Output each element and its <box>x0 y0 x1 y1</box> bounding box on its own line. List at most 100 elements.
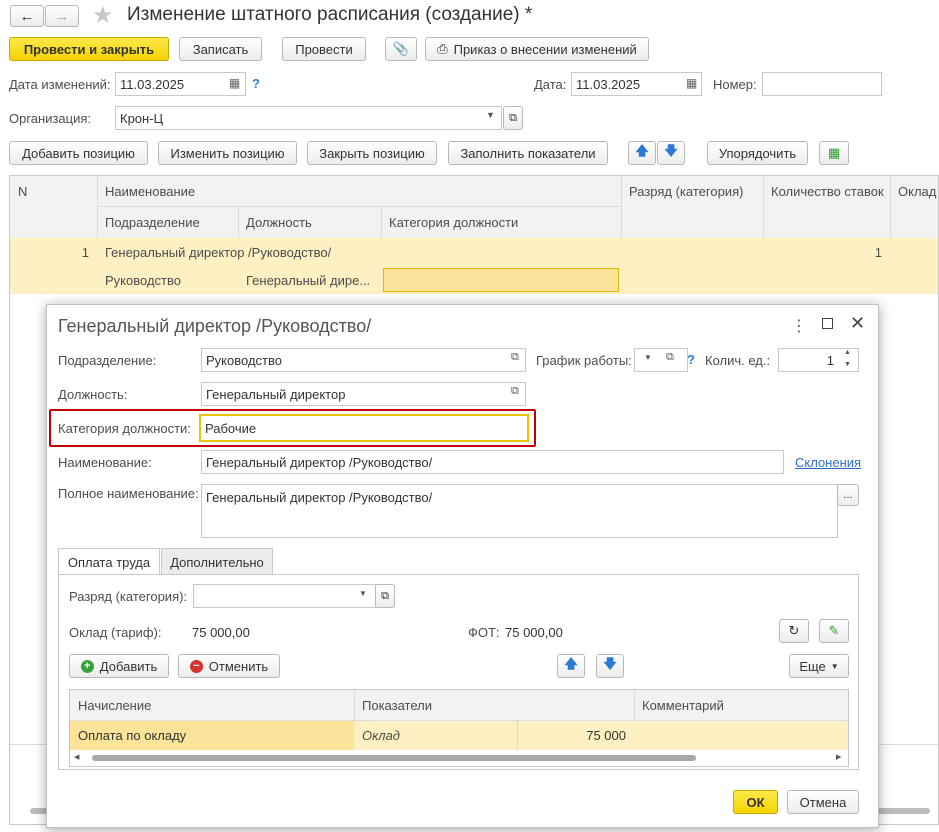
change-position-button[interactable]: Изменить позицию <box>158 141 297 165</box>
position-field[interactable]: Генеральный директор <box>201 382 526 406</box>
open-link-icon[interactable]: ⧉ <box>666 351 674 364</box>
refresh-button[interactable]: ↻ <box>779 619 809 643</box>
add-accrual-button[interactable]: + Добавить <box>69 654 169 678</box>
col-comment-header[interactable]: Комментарий <box>634 690 848 720</box>
calendar-icon[interactable]: ▦ <box>686 76 697 90</box>
paperclip-icon: 📎 <box>392 41 410 56</box>
open-link-icon: ⧉ <box>509 111 517 124</box>
row-rates: 1 <box>874 244 882 260</box>
dropdown-arrow-icon[interactable]: ▼ <box>644 353 652 362</box>
maximize-icon[interactable] <box>822 318 833 329</box>
open-link-icon[interactable]: ⧉ <box>511 351 519 364</box>
organization-field[interactable]: Крон-Ц <box>115 106 502 130</box>
col-salary-header[interactable]: Оклад <box>890 176 938 206</box>
add-table-button[interactable]: ▦ <box>819 141 849 165</box>
arrow-down-icon: 🡇 <box>664 143 678 158</box>
accrual-down-button[interactable]: 🡇 <box>596 654 624 678</box>
col-indicators-header[interactable]: Показатели <box>354 690 634 720</box>
col-grade-header[interactable]: Разряд (категория) <box>621 176 763 206</box>
col-position-header[interactable]: Должность <box>238 206 381 238</box>
grade-label: Разряд (категория): <box>69 589 188 604</box>
indicator-cell: Оклад <box>362 728 400 743</box>
col-rates-header[interactable]: Количество ставок <box>763 176 890 206</box>
schedule-label: График работы: <box>536 353 632 368</box>
edit-button[interactable]: ✎ <box>819 619 849 643</box>
row-name: Генеральный директор /Руководство/ <box>105 244 332 260</box>
accrual-cell: Оплата по окладу <box>78 728 187 743</box>
forward-button[interactable]: → <box>45 5 79 27</box>
move-down-button[interactable]: 🡇 <box>657 141 685 165</box>
scroll-left-icon[interactable]: ◀ <box>74 753 79 761</box>
scroll-right-icon[interactable]: ▶ <box>836 753 841 761</box>
chevron-down-icon: ▼ <box>830 661 839 671</box>
attachment-button[interactable]: 📎 <box>385 37 417 61</box>
tab-additional-label: Дополнительно <box>170 554 264 570</box>
window-title: Изменение штатного расписания (создание)… <box>127 4 533 25</box>
units-label: Колич. ед.: <box>705 353 771 368</box>
tab-payment[interactable]: Оплата труда <box>58 548 160 575</box>
date-field[interactable]: 11.03.2025 <box>571 72 702 96</box>
favorite-star-icon[interactable]: ★ <box>92 1 114 30</box>
help-icon[interactable]: ? <box>252 76 260 91</box>
arrow-left-icon: ← <box>19 7 35 25</box>
open-grade-button[interactable]: ⧉ <box>375 584 395 608</box>
department-field[interactable]: Руководство <box>201 348 526 372</box>
add-position-button[interactable]: Добавить позицию <box>9 141 148 165</box>
col-department-header[interactable]: Подразделение <box>97 206 238 238</box>
save-button[interactable]: Записать <box>179 37 262 61</box>
dialog-title: Генеральный директор /Руководство/ <box>58 316 372 336</box>
category-field[interactable]: Рабочие <box>199 414 529 442</box>
col-accrual-header[interactable]: Начисление <box>70 690 354 720</box>
arrow-up-icon: 🡅 <box>564 656 578 671</box>
change-date-field[interactable]: 11.03.2025 <box>115 72 246 96</box>
fill-indicators-button[interactable]: Заполнить показатели <box>448 141 608 165</box>
full-name-field[interactable]: Генеральный директор /Руководство/ <box>201 484 838 538</box>
full-name-ellipsis-button[interactable]: ... <box>837 484 859 506</box>
calendar-icon[interactable]: ▦ <box>229 76 240 90</box>
units-value: 1 <box>826 352 834 368</box>
accruals-scrollbar[interactable] <box>92 755 696 761</box>
add-accrual-label: Добавить <box>99 658 158 674</box>
col-n-header[interactable]: N <box>10 176 97 206</box>
ok-button[interactable]: ОК <box>733 790 778 814</box>
help-icon[interactable]: ? <box>687 352 695 367</box>
post-and-close-button[interactable]: Провести и закрыть <box>9 37 169 61</box>
dropdown-arrow-icon[interactable]: ▼ <box>359 589 367 598</box>
declensions-link[interactable]: Склонения <box>795 455 861 470</box>
grade-field[interactable] <box>193 584 376 608</box>
close-icon[interactable]: ✕ <box>850 313 865 334</box>
date-value: 11.03.2025 <box>576 76 641 92</box>
col-category-header[interactable]: Категория должности <box>381 206 621 238</box>
col-name-header[interactable]: Наименование <box>97 176 621 206</box>
dropdown-arrow-icon[interactable]: ▼ <box>486 110 495 120</box>
arrow-right-icon: → <box>54 7 70 25</box>
sort-button[interactable]: Упорядочить <box>707 141 808 165</box>
post-button[interactable]: Провести <box>282 37 366 61</box>
schedule-field[interactable] <box>634 348 688 372</box>
tab-additional[interactable]: Дополнительно <box>161 548 273 575</box>
cancel-accrual-label: Отменить <box>208 658 269 674</box>
comment-cell <box>634 721 848 750</box>
stepper-up-icon[interactable]: ▲ <box>844 349 851 356</box>
row-category-cell[interactable] <box>383 268 619 292</box>
category-label: Категория должности: <box>58 421 191 436</box>
order-button[interactable]: ⎙ Приказ о внесении изменений <box>425 37 649 61</box>
name-value: Генеральный директор /Руководство/ <box>206 454 433 470</box>
cancel-dialog-button[interactable]: Отмена <box>787 790 859 814</box>
back-button[interactable]: ← <box>10 5 44 27</box>
cancel-accrual-button[interactable]: − Отменить <box>178 654 280 678</box>
refresh-icon: ↻ <box>788 623 800 638</box>
number-label: Номер: <box>713 77 757 92</box>
accrual-up-button[interactable]: 🡅 <box>557 654 585 678</box>
table-add-icon: ▦ <box>827 145 841 160</box>
open-organization-button[interactable]: ⧉ <box>503 106 523 130</box>
more-actions-icon[interactable]: ⋮ <box>791 316 807 336</box>
number-field[interactable] <box>762 72 882 96</box>
close-position-button[interactable]: Закрыть позицию <box>307 141 437 165</box>
name-field[interactable]: Генеральный директор /Руководство/ <box>201 450 784 474</box>
open-link-icon[interactable]: ⧉ <box>511 385 519 398</box>
stepper-down-icon[interactable]: ▼ <box>844 361 851 368</box>
amount-cell: 75 000 <box>586 728 626 743</box>
more-button[interactable]: Еще ▼ <box>789 654 849 678</box>
move-up-button[interactable]: 🡅 <box>628 141 656 165</box>
